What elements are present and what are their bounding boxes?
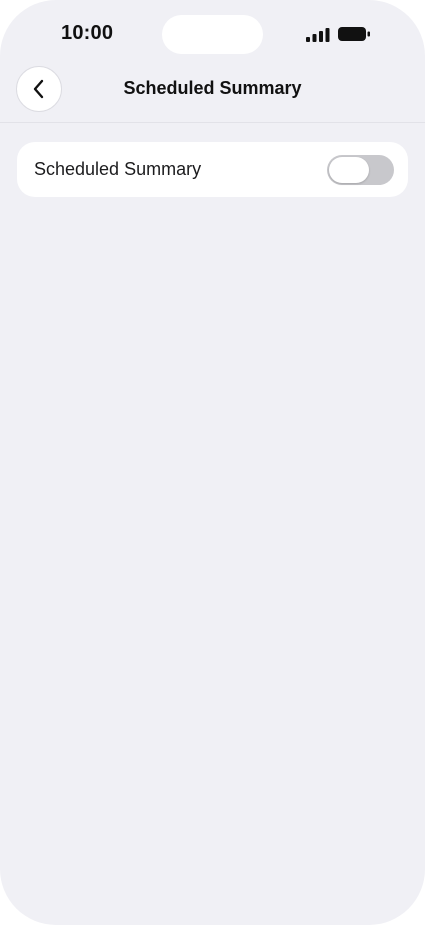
navigation-bar: Scheduled Summary	[0, 64, 425, 123]
status-bar: 10:00	[0, 0, 425, 64]
cellular-signal-icon	[306, 28, 330, 42]
phone-screen: 10:00 Scheduled Summary Scheduled Summar…	[0, 0, 425, 925]
scheduled-summary-label: Scheduled Summary	[34, 159, 202, 179]
dynamic-island	[162, 15, 263, 54]
page-title: Scheduled Summary	[123, 78, 302, 98]
status-time: 10:00	[61, 22, 114, 44]
battery-icon	[338, 27, 370, 41]
scheduled-summary-toggle[interactable]	[327, 155, 394, 185]
settings-card: Scheduled Summary	[17, 142, 408, 197]
toggle-knob	[329, 157, 369, 183]
